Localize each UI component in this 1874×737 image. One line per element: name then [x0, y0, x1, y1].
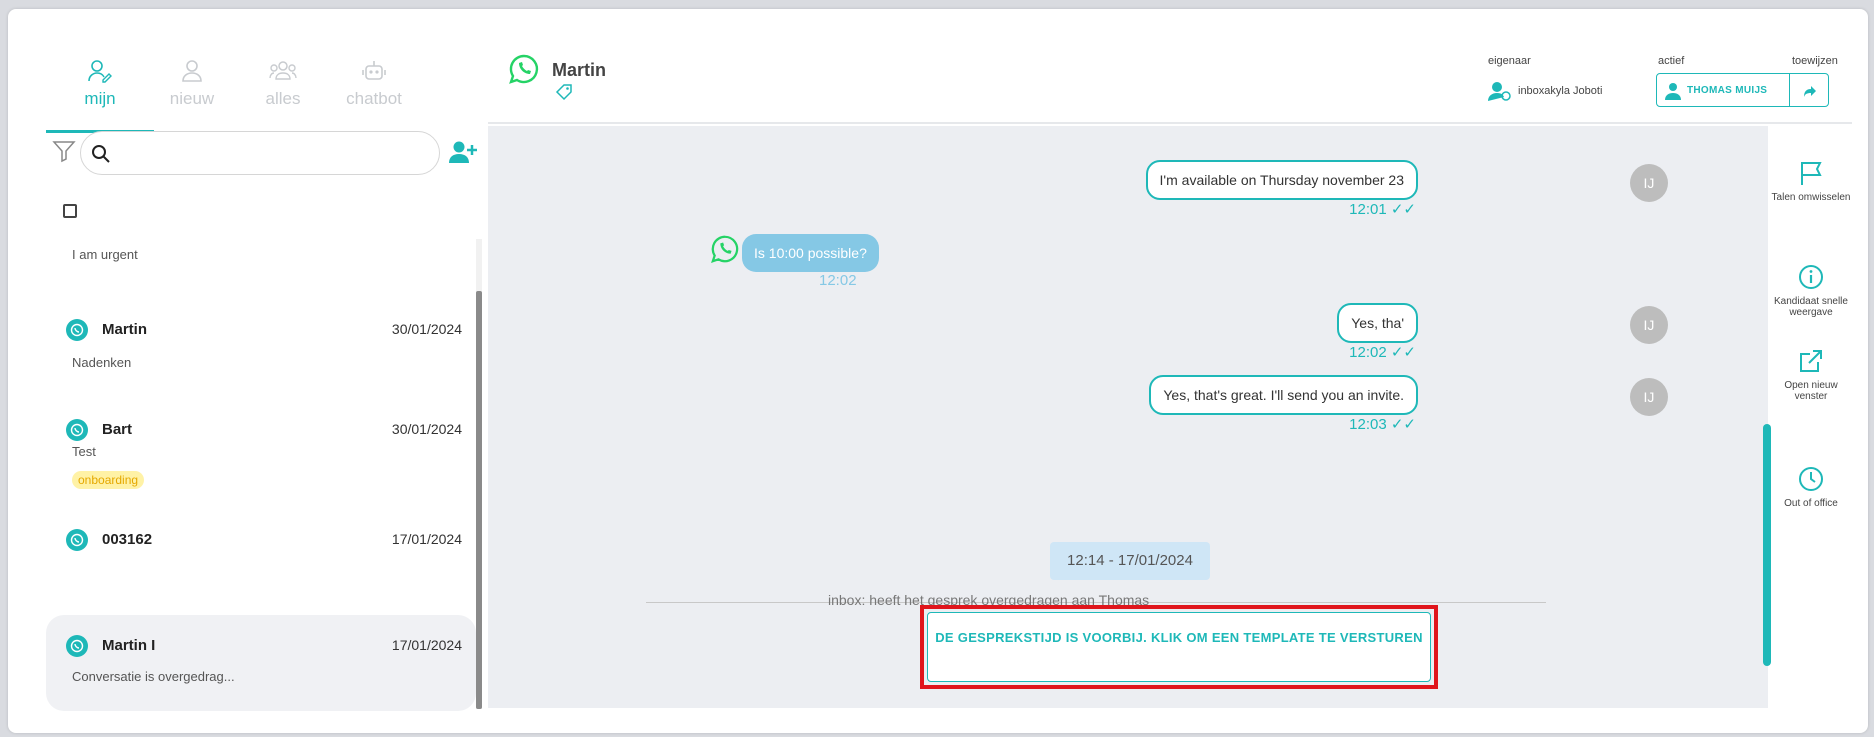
- conversation-name: Martin I: [102, 637, 156, 654]
- assign-label: toewijzen: [1792, 55, 1838, 67]
- conversation-name: 003162: [102, 531, 153, 548]
- whatsapp-icon: [66, 635, 88, 657]
- date-separator: 12:14 - 17/01/2024: [1050, 542, 1210, 580]
- assignee-name: THOMAS MUIJS: [1687, 85, 1768, 96]
- conversation-date: 30/01/2024: [391, 421, 462, 437]
- conversation-date: 17/01/2024: [391, 637, 462, 653]
- double-check-icon: ✓✓: [1390, 201, 1416, 218]
- tag-icon[interactable]: [555, 83, 573, 101]
- message-outgoing: I'm available on Thursday november 23: [1145, 160, 1418, 200]
- conversation-list: I am urgent Martin 30/01/2024 Nadenken B…: [46, 239, 486, 733]
- conversation-preview: I am urgent: [72, 247, 138, 262]
- message-incoming: Is 10:00 possible?: [742, 234, 879, 272]
- user-edit-icon: [88, 60, 112, 83]
- message-time: 12:01 ✓✓: [1349, 200, 1416, 218]
- conversation-item[interactable]: I am urgent: [46, 239, 476, 279]
- user-icon: [182, 60, 202, 82]
- time-text: 12:03: [1349, 416, 1387, 433]
- user-icon: [1665, 83, 1681, 100]
- conversation-preview: Nadenken: [72, 355, 132, 370]
- app-window: mijn nieuw alles chatbot I am urgent Mar…: [8, 9, 1868, 733]
- search-input[interactable]: [119, 140, 429, 168]
- conversation-tabs: mijn nieuw alles chatbot: [46, 49, 486, 133]
- group-icon: [269, 61, 297, 80]
- conversation-preview: Conversatie is overgedrag...: [72, 669, 235, 684]
- flag-icon: [1801, 162, 1822, 185]
- avatar: IJ: [1630, 306, 1668, 344]
- time-text: 12:02: [1349, 344, 1387, 361]
- right-bar-label: Kandidaat snelle weergave: [1774, 296, 1848, 318]
- double-check-icon: ✓✓: [1390, 416, 1416, 433]
- owner-name: inboxakyla Joboti: [1518, 85, 1603, 97]
- search-icon: [92, 145, 110, 163]
- owner-label: eigenaar: [1488, 55, 1531, 67]
- candidate-quick-view-button[interactable]: Kandidaat snelle weergave: [1770, 264, 1852, 318]
- tab-chatbot[interactable]: chatbot: [320, 49, 428, 133]
- external-link-icon: [1800, 350, 1822, 372]
- contact-name: Martin: [552, 60, 606, 80]
- whatsapp-icon: [509, 54, 539, 84]
- conversation-item[interactable]: 003162 17/01/2024: [46, 529, 476, 599]
- conversation-preview: Test: [72, 444, 96, 459]
- right-bar-label: Open nieuw venster: [1784, 380, 1838, 402]
- message-time: 12:03 ✓✓: [1349, 415, 1416, 433]
- add-contact-icon[interactable]: [448, 139, 478, 165]
- double-check-icon: ✓✓: [1390, 344, 1416, 361]
- open-new-window-button[interactable]: Open nieuw venster: [1770, 348, 1852, 402]
- send-template-button[interactable]: DE GESPREKSTIJD IS VOORBIJ. KLIK OM EEN …: [927, 612, 1431, 682]
- whatsapp-icon: [66, 419, 88, 441]
- tab-label: chatbot: [346, 89, 402, 108]
- whatsapp-icon: [66, 529, 88, 551]
- message-outgoing: Yes, that's great. I'll send you an invi…: [1149, 375, 1418, 415]
- conversation-date: 17/01/2024: [391, 531, 462, 547]
- chat-header: Martin eigenaar inboxakyla Joboti actief…: [488, 9, 1852, 124]
- time-text: 12:01: [1349, 201, 1387, 218]
- right-bar-label: Out of office: [1784, 498, 1838, 509]
- robot-icon: [362, 61, 386, 80]
- out-of-office-button[interactable]: Out of office: [1770, 466, 1852, 509]
- avatar: IJ: [1630, 164, 1668, 202]
- conversation-name: Martin: [102, 321, 147, 338]
- assignee-button[interactable]: THOMAS MUIJS: [1656, 73, 1790, 107]
- list-scrollbar-thumb[interactable]: [476, 291, 482, 709]
- message-time: 12:02 ✓✓: [1349, 343, 1416, 361]
- conversation-item[interactable]: Martin 30/01/2024 Nadenken: [46, 319, 476, 399]
- right-bar-label: Talen omwisselen: [1771, 192, 1851, 203]
- select-all-checkbox[interactable]: [63, 204, 77, 218]
- search-box: [80, 131, 440, 175]
- switch-language-button[interactable]: Talen omwisselen: [1770, 160, 1852, 203]
- chat-scrollbar-thumb[interactable]: [1763, 424, 1771, 666]
- filter-icon[interactable]: [52, 139, 76, 163]
- whatsapp-icon: [66, 319, 88, 341]
- avatar: IJ: [1630, 378, 1668, 416]
- message-outgoing: Yes, tha': [1337, 303, 1418, 343]
- conversation-name: Bart: [102, 421, 133, 438]
- assign-button[interactable]: [1789, 73, 1829, 107]
- whatsapp-icon: [711, 235, 739, 263]
- message-time: 12:02: [819, 272, 857, 289]
- right-sidebar: Talen omwisselen Kandidaat snelle weerga…: [1770, 126, 1852, 708]
- conversation-item[interactable]: Bart 30/01/2024 Test onboarding: [46, 419, 476, 509]
- forward-icon: [1804, 86, 1816, 97]
- conversation-date: 30/01/2024: [391, 321, 462, 337]
- owner-user-icon: [1488, 82, 1511, 101]
- conversation-item-selected[interactable]: Martin I 17/01/2024 Conversatie is overg…: [46, 615, 476, 711]
- active-label: actief: [1658, 55, 1685, 67]
- info-icon: [1799, 265, 1823, 289]
- clock-icon: [1799, 467, 1823, 491]
- tag-badge[interactable]: onboarding: [72, 471, 145, 489]
